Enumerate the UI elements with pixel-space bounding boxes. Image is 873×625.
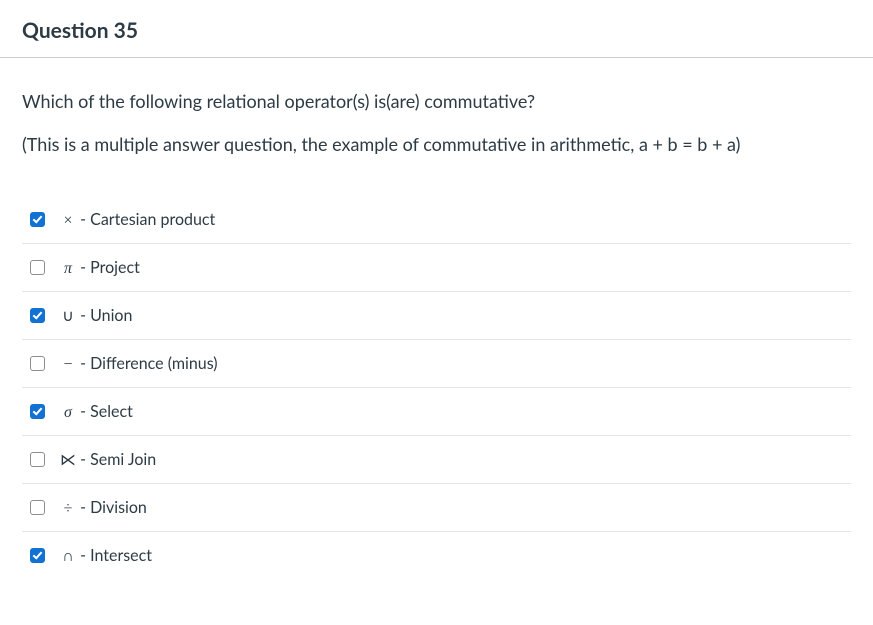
option-symbol: ⋉ — [60, 450, 76, 470]
answer-option[interactable]: σ - Select — [22, 388, 851, 436]
option-symbol: × — [60, 212, 76, 230]
option-symbol: ∩ — [60, 548, 76, 566]
answer-option[interactable]: − - Difference (minus) — [22, 340, 851, 388]
answer-option[interactable]: ⋉ - Semi Join — [22, 436, 851, 484]
option-symbol: σ — [60, 404, 76, 422]
answer-option[interactable]: × - Cartesian product — [22, 196, 851, 244]
answer-option[interactable]: π - Project — [22, 244, 851, 292]
option-text: σ - Select — [60, 402, 133, 422]
option-text: ⋉ - Semi Join — [60, 450, 156, 470]
question-body: Which of the following relational operat… — [0, 58, 873, 589]
option-label: - Intersect — [76, 546, 152, 565]
answer-option[interactable]: ∪ - Union — [22, 292, 851, 340]
option-text: π - Project — [60, 258, 140, 278]
question-title: Question 35 — [22, 18, 851, 43]
option-label: - Select — [76, 402, 133, 421]
answer-option[interactable]: ∩ - Intersect — [22, 532, 851, 579]
prompt-line-2: (This is a multiple answer question, the… — [22, 131, 851, 158]
question-header: Question 35 — [0, 0, 873, 58]
answer-options: × - Cartesian product π - Project ∪ - Unio… — [22, 196, 851, 579]
option-label: - Union — [76, 306, 132, 325]
option-symbol: ∪ — [60, 306, 76, 326]
option-text: ∪ - Union — [60, 306, 132, 326]
option-checkbox[interactable] — [30, 308, 45, 323]
option-checkbox[interactable] — [30, 404, 45, 419]
option-label: - Division — [76, 498, 147, 517]
prompt-line-1: Which of the following relational operat… — [22, 88, 851, 115]
option-text: − - Difference (minus) — [60, 354, 218, 374]
option-checkbox[interactable] — [30, 452, 45, 467]
option-text: ÷ - Division — [60, 498, 147, 518]
option-symbol: π — [60, 260, 76, 278]
option-label: - Project — [76, 258, 140, 277]
answer-option[interactable]: ÷ - Division — [22, 484, 851, 532]
option-label: - Semi Join — [76, 450, 156, 469]
question-prompt: Which of the following relational operat… — [22, 88, 851, 158]
option-checkbox[interactable] — [30, 260, 45, 275]
option-text: × - Cartesian product — [60, 210, 215, 230]
option-checkbox[interactable] — [30, 356, 45, 371]
option-text: ∩ - Intersect — [60, 546, 152, 566]
option-label: - Cartesian product — [76, 210, 215, 229]
option-symbol: − — [60, 356, 76, 374]
option-checkbox[interactable] — [30, 212, 45, 227]
option-checkbox[interactable] — [30, 548, 45, 563]
option-label: - Difference (minus) — [76, 354, 218, 373]
option-symbol: ÷ — [60, 500, 76, 518]
option-checkbox[interactable] — [30, 500, 45, 515]
